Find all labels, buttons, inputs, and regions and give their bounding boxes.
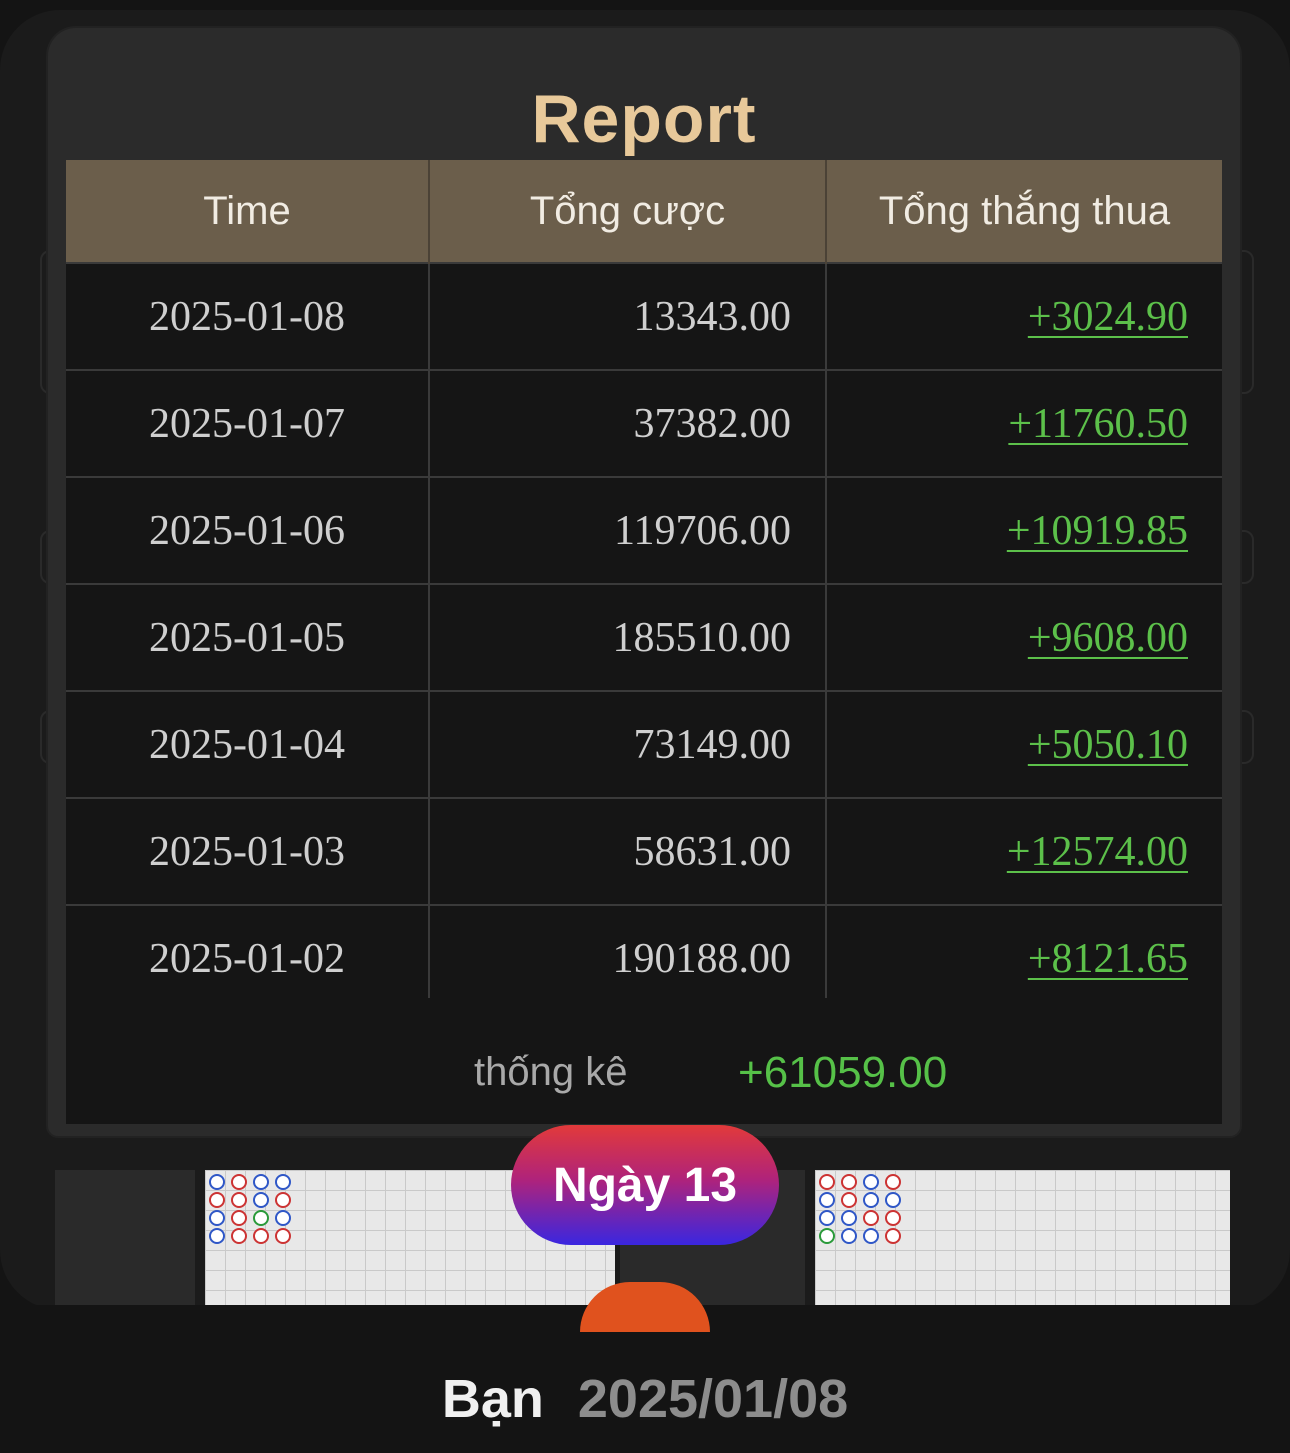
table-row: 2025-01-07 37382.00 +11760.50 [66, 369, 1222, 478]
row-win-loss-link[interactable]: +3024.90 [1028, 294, 1188, 340]
row-bet: 185510.00 [428, 583, 827, 692]
table-row: 2025-01-05 185510.00 +9608.00 [66, 583, 1222, 692]
row-time: 2025-01-06 [66, 476, 430, 585]
summary-row: thống kê +61059.00 [66, 998, 1222, 1124]
row-win-loss-link[interactable]: +11760.50 [1008, 401, 1188, 447]
report-table: Time Tổng cược Tổng thắng thua 2025-01-0… [66, 160, 1222, 1013]
row-bet: 37382.00 [428, 369, 827, 478]
table-row: 2025-01-08 13343.00 +3024.90 [66, 262, 1222, 371]
row-win-loss-link[interactable]: +10919.85 [1007, 508, 1188, 554]
footer-caption: Bạn 2025/01/08 [0, 1368, 1290, 1430]
row-time: 2025-01-02 [66, 904, 430, 1013]
footer-date: 2025/01/08 [577, 1369, 849, 1429]
footer-user-label: Bạn [441, 1369, 544, 1429]
report-modal: Report Time Tổng cược Tổng thắng thua 20… [48, 28, 1240, 1136]
day-badge: Ngày 13 [511, 1125, 779, 1245]
row-time: 2025-01-04 [66, 690, 430, 799]
row-win-loss-link[interactable]: +9608.00 [1028, 615, 1188, 661]
row-bet: 13343.00 [428, 262, 827, 371]
table-row: 2025-01-03 58631.00 +12574.00 [66, 797, 1222, 906]
row-time: 2025-01-03 [66, 797, 430, 906]
row-bet: 58631.00 [428, 797, 827, 906]
dealer-photo [55, 1170, 195, 1310]
row-win-loss-link[interactable]: +8121.65 [1028, 936, 1188, 982]
row-bet: 119706.00 [428, 476, 827, 585]
row-win-loss-link[interactable]: +12574.00 [1007, 829, 1188, 875]
row-win-loss-link[interactable]: +5050.10 [1028, 722, 1188, 768]
row-time: 2025-01-05 [66, 583, 430, 692]
summary-value: +61059.00 [738, 1048, 948, 1097]
row-time: 2025-01-08 [66, 262, 430, 371]
row-time: 2025-01-07 [66, 369, 430, 478]
table-header-row: Time Tổng cược Tổng thắng thua [66, 160, 1222, 263]
summary-label: thống kê [474, 1050, 628, 1094]
column-header-total-win-loss: Tổng thắng thua [826, 160, 1222, 263]
row-bet: 73149.00 [428, 690, 827, 799]
column-header-total-bet: Tổng cược [429, 160, 827, 263]
road-map [815, 1170, 1230, 1310]
table-row: 2025-01-06 119706.00 +10919.85 [66, 476, 1222, 585]
table-row: 2025-01-02 190188.00 +8121.65 [66, 904, 1222, 1013]
row-bet: 190188.00 [428, 904, 827, 1013]
table-row: 2025-01-04 73149.00 +5050.10 [66, 690, 1222, 799]
column-header-time: Time [66, 160, 430, 263]
modal-title: Report [531, 81, 757, 157]
